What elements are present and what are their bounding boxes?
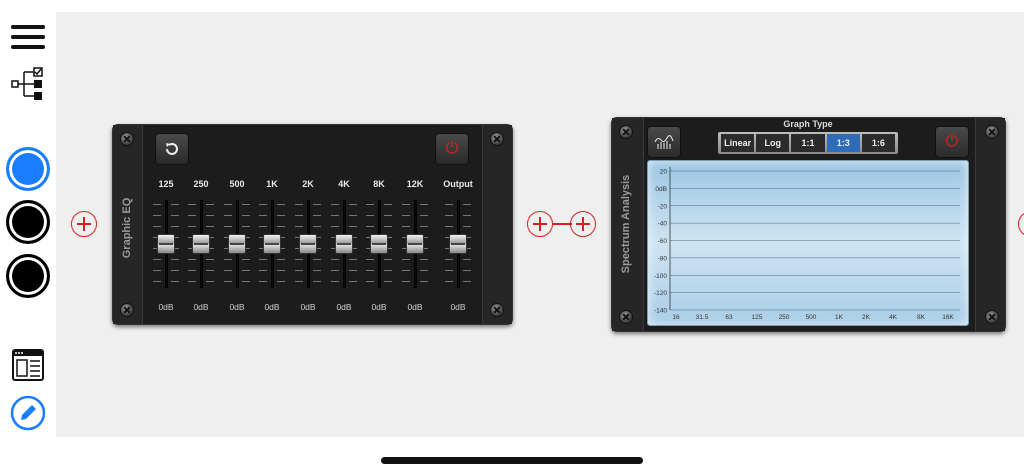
eq-band-fader[interactable] bbox=[257, 200, 287, 288]
eq-band-label: 12K bbox=[406, 179, 424, 189]
graph-type-1-1[interactable]: 1:1 bbox=[791, 134, 825, 152]
eq-band-gain: 0dB bbox=[407, 302, 423, 312]
eq-band-fader[interactable] bbox=[293, 200, 323, 288]
eq-band-fader[interactable] bbox=[329, 200, 359, 288]
fader-knob[interactable] bbox=[449, 234, 467, 254]
eq-power-button[interactable]: ⏻ bbox=[435, 133, 469, 165]
y-tick-label: -20 bbox=[658, 203, 668, 210]
reset-button[interactable] bbox=[155, 133, 189, 165]
graph-type-1-3[interactable]: 1:3 bbox=[826, 134, 860, 152]
x-tick-label: 125 bbox=[752, 314, 763, 321]
screw-icon bbox=[985, 310, 999, 324]
add-before-spectrum-button[interactable] bbox=[570, 211, 596, 237]
x-tick-label: 250 bbox=[779, 314, 790, 321]
eq-band-label: 500 bbox=[229, 179, 245, 189]
spectrum-graph-icon bbox=[654, 135, 674, 149]
preset-slot-3-button[interactable] bbox=[6, 254, 50, 298]
fader-knob[interactable] bbox=[406, 234, 424, 254]
y-tick-label: -60 bbox=[658, 238, 668, 245]
spectrum-display-button[interactable] bbox=[647, 126, 681, 158]
y-tick-label: -140 bbox=[654, 308, 667, 315]
spectrum-right-rail bbox=[975, 118, 1005, 331]
eq-band-fader[interactable] bbox=[151, 200, 181, 288]
eq-band-gain: 0dB bbox=[264, 302, 280, 312]
add-before-eq-button[interactable] bbox=[71, 211, 97, 237]
chain-connector bbox=[552, 223, 572, 225]
graph-type-selector: Linear Log 1:1 1:3 1:6 bbox=[718, 132, 898, 154]
eq-band-gain: 0dB bbox=[336, 302, 352, 312]
hamburger-menu-icon[interactable] bbox=[11, 25, 45, 49]
fader-knob[interactable] bbox=[228, 234, 246, 254]
eq-band-gain: 0dB bbox=[371, 302, 387, 312]
eq-band-gain: 0dB bbox=[158, 302, 174, 312]
eq-title: Graphic EQ bbox=[121, 197, 133, 259]
eq-band-label: 4K bbox=[338, 179, 350, 189]
eq-band-gain: 0dB bbox=[450, 302, 466, 312]
x-tick-label: 16 bbox=[672, 314, 680, 321]
screw-icon bbox=[985, 125, 999, 139]
eq-band-label: 125 bbox=[158, 179, 174, 189]
x-tick-label: 1K bbox=[835, 314, 844, 321]
preset-slot-2-button[interactable] bbox=[6, 200, 50, 244]
fader-knob[interactable] bbox=[370, 234, 388, 254]
eq-band-label: Output bbox=[443, 179, 473, 189]
screw-icon bbox=[490, 132, 504, 146]
spectrum-power-button[interactable]: ⏻ bbox=[935, 126, 969, 158]
fader-knob[interactable] bbox=[263, 234, 281, 254]
spectrum-grid: 20 0dB -20 -40 -60 -80 -100 -120 -140 16 31.5 63 125… bbox=[654, 167, 960, 321]
y-tick-label: 20 bbox=[660, 169, 668, 176]
y-tick-label: -120 bbox=[654, 290, 667, 297]
y-tick-label: -100 bbox=[654, 273, 667, 280]
power-icon: ⏻ bbox=[945, 133, 959, 150]
eq-right-rail bbox=[482, 125, 512, 324]
fader-knob[interactable] bbox=[335, 234, 353, 254]
sidebar bbox=[0, 0, 56, 437]
x-tick-label: 31.5 bbox=[696, 314, 709, 321]
graph-type-linear[interactable]: Linear bbox=[721, 134, 755, 152]
x-tick-label: 500 bbox=[806, 314, 817, 321]
spectrum-display: 20 0dB -20 -40 -60 -80 -100 -120 -140 16 31.5 63 125… bbox=[647, 160, 969, 326]
screw-icon bbox=[120, 303, 134, 317]
eq-band-fader[interactable] bbox=[222, 200, 252, 288]
signal-tree-icon[interactable] bbox=[10, 66, 46, 102]
power-icon: ⏻ bbox=[445, 140, 459, 157]
fader-knob[interactable] bbox=[299, 234, 317, 254]
graph-type-log[interactable]: Log bbox=[756, 134, 790, 152]
eq-band-fader[interactable] bbox=[186, 200, 216, 288]
reset-icon bbox=[166, 143, 178, 155]
screw-icon bbox=[120, 132, 134, 146]
y-tick-label: 0dB bbox=[655, 186, 667, 193]
add-after-eq-button[interactable] bbox=[527, 211, 553, 237]
eq-band-fader[interactable] bbox=[400, 200, 430, 288]
preset-slot-1-button[interactable] bbox=[6, 147, 50, 191]
x-tick-label: 4K bbox=[889, 314, 898, 321]
fader-knob[interactable] bbox=[157, 234, 175, 254]
x-tick-label: 16K bbox=[942, 314, 954, 321]
screw-icon bbox=[619, 125, 633, 139]
x-tick-label: 2K bbox=[862, 314, 871, 321]
spectrum-title: Spectrum Analysis bbox=[620, 174, 632, 274]
eq-band-gain: 0dB bbox=[229, 302, 245, 312]
eq-band-label: 250 bbox=[193, 179, 209, 189]
edit-pencil-icon[interactable] bbox=[10, 395, 46, 431]
x-tick-label: 63 bbox=[725, 314, 733, 321]
graph-type-title: Graph Type bbox=[783, 119, 833, 129]
x-tick-label: 8K bbox=[917, 314, 926, 321]
eq-band-label: 8K bbox=[373, 179, 385, 189]
layout-icon[interactable] bbox=[11, 348, 45, 382]
eq-band-gain: 0dB bbox=[193, 302, 209, 312]
fader-knob[interactable] bbox=[192, 234, 210, 254]
eq-band-label: 1K bbox=[266, 179, 278, 189]
home-indicator bbox=[381, 457, 643, 464]
eq-band-label: 2K bbox=[302, 179, 314, 189]
screw-icon bbox=[619, 310, 633, 324]
y-tick-label: -40 bbox=[658, 221, 668, 228]
graph-type-1-6[interactable]: 1:6 bbox=[861, 134, 896, 152]
eq-band-gain: 0dB bbox=[300, 302, 316, 312]
output-fader[interactable] bbox=[443, 200, 473, 288]
y-tick-label: -80 bbox=[658, 255, 668, 262]
screw-icon bbox=[490, 303, 504, 317]
eq-band-fader[interactable] bbox=[364, 200, 394, 288]
